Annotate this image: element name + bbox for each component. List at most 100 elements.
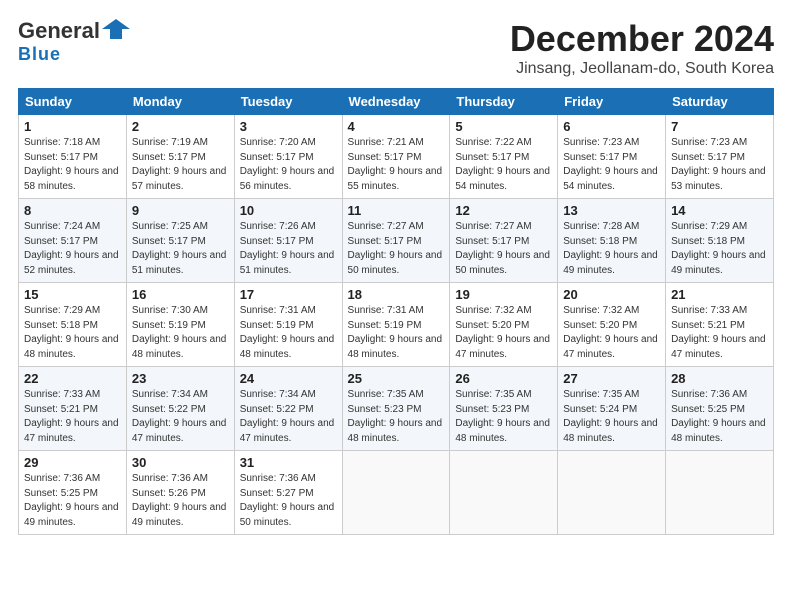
col-saturday: Saturday: [666, 89, 774, 115]
day-info: Sunrise: 7:35 AM Sunset: 5:23 PM Dayligh…: [455, 388, 552, 446]
calendar-cell: 22 Sunrise: 7:33 AM Sunset: 5:21 PM Dayli…: [19, 367, 127, 451]
calendar-cell: [342, 451, 450, 535]
calendar-cell: 30 Sunrise: 7:36 AM Sunset: 5:26 PM Dayli…: [126, 451, 234, 535]
day-number: 8: [24, 203, 121, 218]
calendar-cell: [558, 451, 666, 535]
header: General Blue December 2024 Jinsang, Jeol…: [18, 18, 774, 78]
calendar-cell: 18Sunrise: 7:31 AM Sunset: 5:19 PM Dayli…: [342, 283, 450, 367]
day-info: Sunrise: 7:31 AM Sunset: 5:19 PM Dayligh…: [240, 304, 337, 362]
day-number: 31: [240, 455, 337, 470]
calendar-table: Sunday Monday Tuesday Wednesday Thursday…: [18, 88, 774, 535]
day-info: Sunrise: 7:27 AM Sunset: 5:17 PM Dayligh…: [455, 220, 552, 278]
day-number: 6: [563, 119, 660, 134]
calendar-cell: 7 Sunrise: 7:23 AM Sunset: 5:17 PM Daylig…: [666, 115, 774, 199]
day-info: Sunrise: 7:25 AM Sunset: 5:17 PM Dayligh…: [132, 220, 229, 278]
calendar-cell: 3 Sunrise: 7:20 AM Sunset: 5:17 PM Daylig…: [234, 115, 342, 199]
col-thursday: Thursday: [450, 89, 558, 115]
day-number: 22: [24, 371, 121, 386]
day-info: Sunrise: 7:34 AM Sunset: 5:22 PM Dayligh…: [132, 388, 229, 446]
calendar-cell: 11 Sunrise: 7:27 AM Sunset: 5:17 PM Dayli…: [342, 199, 450, 283]
calendar-cell: 31 Sunrise: 7:36 AM Sunset: 5:27 PM Dayli…: [234, 451, 342, 535]
calendar-row: 15Sunrise: 7:29 AM Sunset: 5:18 PM Dayli…: [19, 283, 774, 367]
day-info: Sunrise: 7:29 AM Sunset: 5:18 PM Dayligh…: [671, 220, 768, 278]
day-info: Sunrise: 7:36 AM Sunset: 5:25 PM Dayligh…: [24, 472, 121, 530]
calendar-cell: 29Sunrise: 7:36 AM Sunset: 5:25 PM Dayli…: [19, 451, 127, 535]
calendar-cell: 19 Sunrise: 7:32 AM Sunset: 5:20 PM Dayli…: [450, 283, 558, 367]
day-number: 9: [132, 203, 229, 218]
title-block: December 2024 Jinsang, Jeollanam-do, Sou…: [510, 18, 774, 78]
page: General Blue December 2024 Jinsang, Jeol…: [0, 0, 792, 612]
calendar-cell: 24 Sunrise: 7:34 AM Sunset: 5:22 PM Dayli…: [234, 367, 342, 451]
calendar-location: Jinsang, Jeollanam-do, South Korea: [510, 60, 774, 78]
calendar-cell: 12 Sunrise: 7:27 AM Sunset: 5:17 PM Dayli…: [450, 199, 558, 283]
calendar-cell: 14 Sunrise: 7:29 AM Sunset: 5:18 PM Dayli…: [666, 199, 774, 283]
day-info: Sunrise: 7:33 AM Sunset: 5:21 PM Dayligh…: [24, 388, 121, 446]
day-number: 4: [348, 119, 445, 134]
day-info: Sunrise: 7:33 AM Sunset: 5:21 PM Dayligh…: [671, 304, 768, 362]
day-info: Sunrise: 7:19 AM Sunset: 5:17 PM Dayligh…: [132, 136, 229, 194]
calendar-title: December 2024: [510, 18, 774, 60]
day-info: Sunrise: 7:36 AM Sunset: 5:27 PM Dayligh…: [240, 472, 337, 530]
calendar-cell: 21Sunrise: 7:33 AM Sunset: 5:21 PM Dayli…: [666, 283, 774, 367]
day-number: 27: [563, 371, 660, 386]
day-info: Sunrise: 7:27 AM Sunset: 5:17 PM Dayligh…: [348, 220, 445, 278]
day-info: Sunrise: 7:24 AM Sunset: 5:17 PM Dayligh…: [24, 220, 121, 278]
day-number: 25: [348, 371, 445, 386]
calendar-cell: 10 Sunrise: 7:26 AM Sunset: 5:17 PM Dayli…: [234, 199, 342, 283]
day-number: 13: [563, 203, 660, 218]
day-info: Sunrise: 7:18 AM Sunset: 5:17 PM Dayligh…: [24, 136, 121, 194]
day-info: Sunrise: 7:22 AM Sunset: 5:17 PM Dayligh…: [455, 136, 552, 194]
calendar-row: 29Sunrise: 7:36 AM Sunset: 5:25 PM Dayli…: [19, 451, 774, 535]
col-friday: Friday: [558, 89, 666, 115]
day-number: 19: [455, 287, 552, 302]
calendar-cell: [666, 451, 774, 535]
calendar-cell: [450, 451, 558, 535]
day-info: Sunrise: 7:28 AM Sunset: 5:18 PM Dayligh…: [563, 220, 660, 278]
day-info: Sunrise: 7:32 AM Sunset: 5:20 PM Dayligh…: [455, 304, 552, 362]
day-info: Sunrise: 7:20 AM Sunset: 5:17 PM Dayligh…: [240, 136, 337, 194]
day-number: 16: [132, 287, 229, 302]
day-info: Sunrise: 7:23 AM Sunset: 5:17 PM Dayligh…: [563, 136, 660, 194]
day-number: 12: [455, 203, 552, 218]
day-number: 11: [348, 203, 445, 218]
day-number: 18: [348, 287, 445, 302]
day-info: Sunrise: 7:23 AM Sunset: 5:17 PM Dayligh…: [671, 136, 768, 194]
col-sunday: Sunday: [19, 89, 127, 115]
day-number: 1: [24, 119, 121, 134]
day-info: Sunrise: 7:32 AM Sunset: 5:20 PM Dayligh…: [563, 304, 660, 362]
calendar-cell: 1 Sunrise: 7:18 AM Sunset: 5:17 PM Daylig…: [19, 115, 127, 199]
calendar-cell: 2Sunrise: 7:19 AM Sunset: 5:17 PM Daylig…: [126, 115, 234, 199]
calendar-cell: 15Sunrise: 7:29 AM Sunset: 5:18 PM Dayli…: [19, 283, 127, 367]
calendar-cell: 23 Sunrise: 7:34 AM Sunset: 5:22 PM Dayli…: [126, 367, 234, 451]
calendar-row: 8 Sunrise: 7:24 AM Sunset: 5:17 PM Daylig…: [19, 199, 774, 283]
day-number: 30: [132, 455, 229, 470]
day-info: Sunrise: 7:29 AM Sunset: 5:18 PM Dayligh…: [24, 304, 121, 362]
day-number: 14: [671, 203, 768, 218]
day-number: 23: [132, 371, 229, 386]
calendar-cell: 6 Sunrise: 7:23 AM Sunset: 5:17 PM Daylig…: [558, 115, 666, 199]
calendar-cell: 8 Sunrise: 7:24 AM Sunset: 5:17 PM Daylig…: [19, 199, 127, 283]
calendar-cell: 25 Sunrise: 7:35 AM Sunset: 5:23 PM Dayli…: [342, 367, 450, 451]
day-info: Sunrise: 7:34 AM Sunset: 5:22 PM Dayligh…: [240, 388, 337, 446]
calendar-cell: 16 Sunrise: 7:30 AM Sunset: 5:19 PM Dayli…: [126, 283, 234, 367]
day-number: 10: [240, 203, 337, 218]
logo: General Blue: [18, 18, 130, 65]
col-tuesday: Tuesday: [234, 89, 342, 115]
day-number: 7: [671, 119, 768, 134]
calendar-cell: 13 Sunrise: 7:28 AM Sunset: 5:18 PM Dayli…: [558, 199, 666, 283]
day-info: Sunrise: 7:35 AM Sunset: 5:24 PM Dayligh…: [563, 388, 660, 446]
day-info: Sunrise: 7:36 AM Sunset: 5:26 PM Dayligh…: [132, 472, 229, 530]
day-info: Sunrise: 7:30 AM Sunset: 5:19 PM Dayligh…: [132, 304, 229, 362]
calendar-row: 1 Sunrise: 7:18 AM Sunset: 5:17 PM Daylig…: [19, 115, 774, 199]
day-number: 5: [455, 119, 552, 134]
day-info: Sunrise: 7:35 AM Sunset: 5:23 PM Dayligh…: [348, 388, 445, 446]
day-number: 3: [240, 119, 337, 134]
calendar-cell: 28Sunrise: 7:36 AM Sunset: 5:25 PM Dayli…: [666, 367, 774, 451]
col-monday: Monday: [126, 89, 234, 115]
day-number: 24: [240, 371, 337, 386]
calendar-header-row: Sunday Monday Tuesday Wednesday Thursday…: [19, 89, 774, 115]
day-info: Sunrise: 7:36 AM Sunset: 5:25 PM Dayligh…: [671, 388, 768, 446]
day-info: Sunrise: 7:26 AM Sunset: 5:17 PM Dayligh…: [240, 220, 337, 278]
calendar-cell: 4Sunrise: 7:21 AM Sunset: 5:17 PM Daylig…: [342, 115, 450, 199]
day-number: 20: [563, 287, 660, 302]
